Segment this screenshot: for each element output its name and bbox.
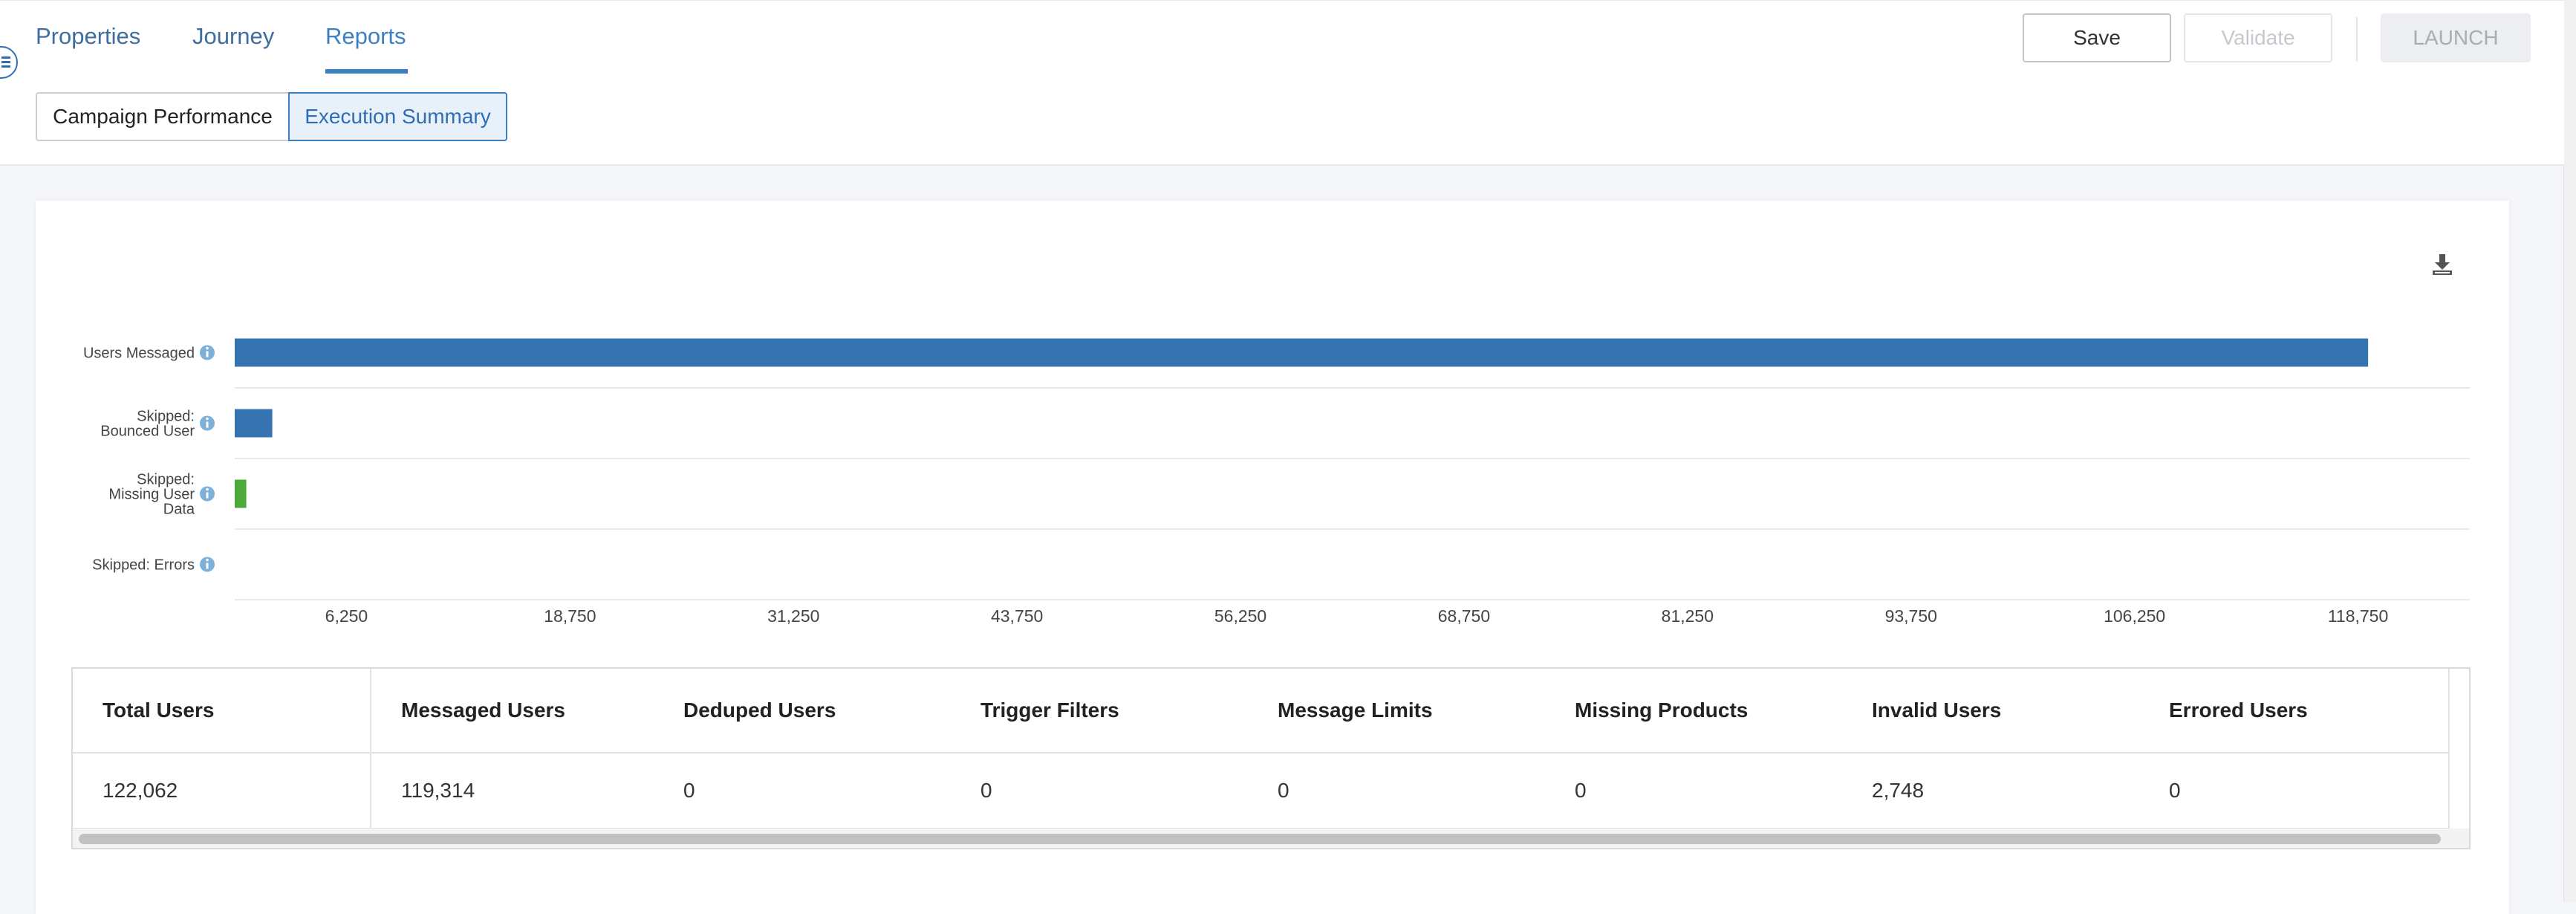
header-total-users: Total Users xyxy=(73,669,371,752)
info-icon[interactable] xyxy=(200,345,215,360)
category-label: Skipped: xyxy=(137,472,195,488)
bar xyxy=(235,338,2369,367)
category-label: Skipped: Errors xyxy=(92,557,195,574)
header-message-limits: Message Limits xyxy=(1278,699,1433,722)
x-tick-label: 43,750 xyxy=(991,606,1043,626)
header-deduped-users: Deduped Users xyxy=(683,699,836,722)
x-tick-label: 31,250 xyxy=(767,606,819,626)
table-header-row: Total Users Messaged Users Deduped Users… xyxy=(73,669,2450,753)
cell-deduped-users: 0 xyxy=(683,779,695,802)
info-icon[interactable] xyxy=(200,557,215,572)
category-label: Bounced User xyxy=(100,424,195,440)
x-tick-label: 18,750 xyxy=(544,606,596,626)
info-icon[interactable] xyxy=(200,486,215,502)
category-label: Users Messaged xyxy=(83,346,195,362)
table-scroll-thumb[interactable] xyxy=(79,834,2441,844)
x-tick-label: 81,250 xyxy=(1662,606,1714,626)
execution-bar-chart: Users MessagedSkipped:Bounced UserSkippe… xyxy=(83,338,2470,626)
header-messaged-users: Messaged Users xyxy=(401,699,566,722)
category-label: Data xyxy=(163,502,195,518)
category-label: Skipped: xyxy=(137,409,195,425)
bar xyxy=(235,479,247,508)
bar xyxy=(235,409,273,438)
header-missing-products: Missing Products xyxy=(1575,699,1749,722)
x-tick-label: 93,750 xyxy=(1885,606,1937,626)
cell-missing-products: 0 xyxy=(1575,779,1587,802)
header-trigger-filters: Trigger Filters xyxy=(980,699,1119,722)
summary-table: Total Users Messaged Users Deduped Users… xyxy=(71,667,2471,849)
info-icon[interactable] xyxy=(200,415,215,431)
cell-invalid-users: 2,748 xyxy=(1872,779,1925,802)
x-tick-label: 68,750 xyxy=(1438,606,1490,626)
x-tick-label: 106,250 xyxy=(2104,606,2165,626)
header-errored-users: Errored Users xyxy=(2169,699,2308,722)
cell-message-limits: 0 xyxy=(1278,779,1289,802)
x-tick-label: 6,250 xyxy=(325,606,368,626)
table-horizontal-scrollbar[interactable] xyxy=(73,829,2469,848)
header-invalid-users: Invalid Users xyxy=(1872,699,2002,722)
cell-errored-users: 0 xyxy=(2169,779,2181,802)
x-tick-label: 118,750 xyxy=(2328,606,2388,626)
category-label: Missing User xyxy=(108,487,195,503)
cell-messaged-users: 119,314 xyxy=(401,779,475,802)
table-column-edge xyxy=(2448,669,2450,829)
table-row: 122,062 119,314 0 0 0 0 2,748 0 xyxy=(73,753,2450,829)
x-tick-label: 56,250 xyxy=(1214,606,1266,626)
cell-total-users: 122,062 xyxy=(73,753,371,828)
cell-trigger-filters: 0 xyxy=(980,779,992,802)
